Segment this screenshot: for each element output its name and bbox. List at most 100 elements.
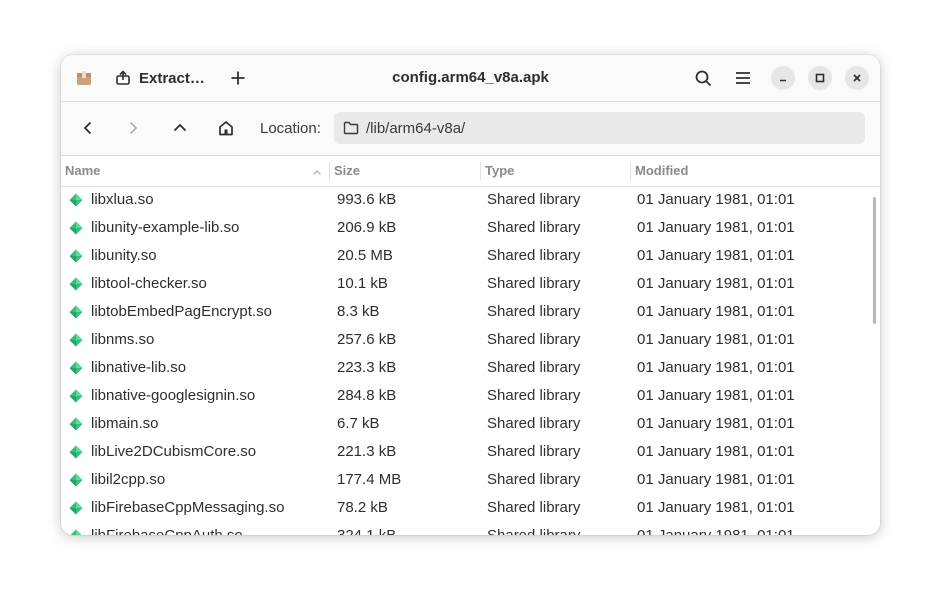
header-bar: Extract… config.arm64_v8a.apk [61,55,880,102]
file-row[interactable]: libmain.so 6.7 kB Shared library 01 Janu… [61,410,873,438]
file-type: Shared library [487,443,581,460]
add-button[interactable] [223,63,253,93]
shared-library-icon [69,221,83,235]
file-row[interactable]: libunity-example-lib.so 206.9 kB Shared … [61,214,873,242]
sort-ascending-icon [312,165,322,183]
file-modified: 01 January 1981, 01:01 [637,415,795,432]
file-row[interactable]: libtobEmbedPagEncrypt.so 8.3 kB Shared l… [61,298,873,326]
file-name: libil2cpp.so [91,471,166,488]
shared-library-icon [69,305,83,319]
file-size: 993.6 kB [337,191,397,208]
folder-icon [343,121,359,135]
back-button[interactable] [73,113,103,143]
file-size: 6.7 kB [337,415,380,432]
chevron-left-icon [81,121,95,135]
file-row[interactable]: libnms.so 257.6 kB Shared library 01 Jan… [61,326,873,354]
column-header: Name Size Type Modified [61,156,880,187]
file-name: libnms.so [91,331,155,348]
file-row[interactable]: libFirebaseCppMessaging.so 78.2 kB Share… [61,494,873,522]
shared-library-icon [69,473,83,487]
file-row[interactable]: libLive2DCubismCore.so 221.3 kB Shared l… [61,438,873,466]
file-modified: 01 January 1981, 01:01 [637,275,795,292]
file-name: libFirebaseCppMessaging.so [91,499,285,516]
archive-window: Extract… config.arm64_v8a.apk Location: … [61,55,880,535]
vertical-scrollbar[interactable] [873,197,876,324]
file-modified: 01 January 1981, 01:01 [637,359,795,376]
file-name: libnative-googlesignin.so [91,387,256,404]
shared-library-icon [69,193,83,207]
shared-library-icon [69,501,83,515]
file-modified: 01 January 1981, 01:01 [637,522,795,535]
chevron-up-icon [173,121,187,135]
shared-library-icon [69,417,83,431]
plus-icon [230,70,246,86]
shared-library-icon [69,361,83,375]
extract-button[interactable]: Extract… [109,65,211,91]
shared-library-icon [69,333,83,347]
shared-library-icon [69,445,83,459]
file-size: 223.3 kB [337,359,397,376]
main-menu-button[interactable] [728,63,758,93]
extract-label: Extract… [139,69,205,87]
extract-icon [115,70,131,86]
file-modified: 01 January 1981, 01:01 [637,191,795,208]
location-field[interactable]: /lib/arm64-v8a/ [334,112,865,144]
close-button[interactable] [845,66,869,90]
column-divider[interactable] [630,162,631,180]
file-type: Shared library [487,219,581,236]
forward-button[interactable] [118,113,148,143]
file-size: 177.4 MB [337,471,402,488]
hamburger-menu-icon [735,71,751,85]
home-button[interactable] [211,113,241,143]
location-bar: Location: /lib/arm64-v8a/ [61,102,880,156]
file-type: Shared library [487,191,581,208]
file-modified: 01 January 1981, 01:01 [637,443,795,460]
file-modified: 01 January 1981, 01:01 [637,387,795,404]
file-type: Shared library [487,499,581,516]
column-size[interactable]: Size [334,156,360,186]
column-divider[interactable] [480,162,481,180]
file-name: libnative-lib.so [91,359,187,376]
search-button[interactable] [688,63,718,93]
file-name: libtobEmbedPagEncrypt.so [91,303,272,320]
file-row[interactable]: libxlua.so 993.6 kB Shared library 01 Ja… [61,186,873,214]
file-name: libFirebaseCppAuth.so [91,522,243,535]
file-list: libxlua.so 993.6 kB Shared library 01 Ja… [61,186,880,535]
file-name: libxlua.so [91,191,154,208]
file-modified: 01 January 1981, 01:01 [637,303,795,320]
column-divider[interactable] [329,162,330,180]
file-type: Shared library [487,415,581,432]
up-button[interactable] [165,113,195,143]
minimize-button[interactable] [771,66,795,90]
file-size: 284.8 kB [337,387,397,404]
file-modified: 01 January 1981, 01:01 [637,331,795,348]
home-icon [218,120,234,136]
file-type: Shared library [487,303,581,320]
file-row[interactable]: libtool-checker.so 10.1 kB Shared librar… [61,270,873,298]
column-modified[interactable]: Modified [635,156,688,186]
file-type: Shared library [487,471,581,488]
file-modified: 01 January 1981, 01:01 [637,471,795,488]
file-name: libunity-example-lib.so [91,219,240,236]
column-type[interactable]: Type [485,156,514,186]
file-size: 206.9 kB [337,219,397,236]
file-name: libLive2DCubismCore.so [91,443,257,460]
package-icon [75,69,93,87]
file-type: Shared library [487,275,581,292]
file-modified: 01 January 1981, 01:01 [637,219,795,236]
file-type: Shared library [487,522,580,535]
maximize-button[interactable] [808,66,832,90]
shared-library-icon [70,529,82,535]
file-row[interactable]: libFirebaseCppAuth.so 324.1 kB Shared li… [61,522,873,535]
file-size: 10.1 kB [337,275,388,292]
file-row[interactable]: libnative-googlesignin.so 284.8 kB Share… [61,382,873,410]
location-label: Location: [260,120,321,137]
file-size: 324.1 kB [337,522,396,535]
file-type: Shared library [487,247,581,264]
location-path: /lib/arm64-v8a/ [366,119,466,137]
file-row[interactable]: libunity.so 20.5 MB Shared library 01 Ja… [61,242,873,270]
column-name[interactable]: Name [65,156,100,186]
file-row[interactable]: libil2cpp.so 177.4 MB Shared library 01 … [61,466,873,494]
file-name: libtool-checker.so [91,275,207,292]
file-row[interactable]: libnative-lib.so 223.3 kB Shared library… [61,354,873,382]
